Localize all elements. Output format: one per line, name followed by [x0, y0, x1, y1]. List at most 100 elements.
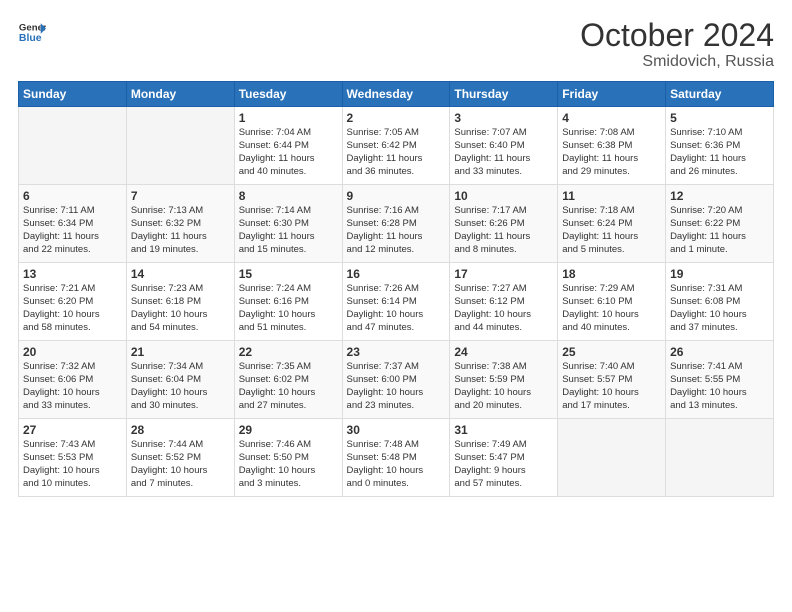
table-row: 12 Sunrise: 7:20 AM Sunset: 6:22 PM Dayl… — [666, 185, 774, 263]
sunset-text: Sunset: 6:30 PM — [239, 218, 338, 231]
sunrise-text: Sunrise: 7:24 AM — [239, 283, 338, 296]
daylight-text: Daylight: 11 hours — [131, 231, 230, 244]
table-row: 18 Sunrise: 7:29 AM Sunset: 6:10 PM Dayl… — [558, 263, 666, 341]
day-number: 20 — [23, 345, 122, 359]
sunrise-text: Sunrise: 7:32 AM — [23, 361, 122, 374]
daylight-minutes: and 27 minutes. — [239, 400, 338, 413]
sunrise-text: Sunrise: 7:31 AM — [670, 283, 769, 296]
day-number: 13 — [23, 267, 122, 281]
day-number: 22 — [239, 345, 338, 359]
col-thursday: Thursday — [450, 82, 558, 107]
sunrise-text: Sunrise: 7:37 AM — [347, 361, 446, 374]
daylight-text: Daylight: 11 hours — [562, 153, 661, 166]
daylight-text: Daylight: 9 hours — [454, 465, 553, 478]
daylight-text: Daylight: 11 hours — [562, 231, 661, 244]
day-number: 18 — [562, 267, 661, 281]
table-row: 25 Sunrise: 7:40 AM Sunset: 5:57 PM Dayl… — [558, 341, 666, 419]
daylight-minutes: and 1 minute. — [670, 244, 769, 257]
table-row: 11 Sunrise: 7:18 AM Sunset: 6:24 PM Dayl… — [558, 185, 666, 263]
daylight-text: Daylight: 10 hours — [239, 309, 338, 322]
table-row — [558, 419, 666, 497]
logo: General Blue — [18, 18, 46, 46]
sunset-text: Sunset: 6:00 PM — [347, 374, 446, 387]
sunrise-text: Sunrise: 7:21 AM — [23, 283, 122, 296]
sunset-text: Sunset: 6:22 PM — [670, 218, 769, 231]
sunset-text: Sunset: 6:02 PM — [239, 374, 338, 387]
sunset-text: Sunset: 6:38 PM — [562, 140, 661, 153]
table-row: 4 Sunrise: 7:08 AM Sunset: 6:38 PM Dayli… — [558, 107, 666, 185]
daylight-minutes: and 57 minutes. — [454, 478, 553, 491]
sunset-text: Sunset: 5:48 PM — [347, 452, 446, 465]
sunrise-text: Sunrise: 7:41 AM — [670, 361, 769, 374]
day-number: 24 — [454, 345, 553, 359]
daylight-text: Daylight: 10 hours — [23, 387, 122, 400]
table-row: 17 Sunrise: 7:27 AM Sunset: 6:12 PM Dayl… — [450, 263, 558, 341]
table-row: 5 Sunrise: 7:10 AM Sunset: 6:36 PM Dayli… — [666, 107, 774, 185]
sunrise-text: Sunrise: 7:27 AM — [454, 283, 553, 296]
daylight-minutes: and 33 minutes. — [454, 166, 553, 179]
day-number: 17 — [454, 267, 553, 281]
sunset-text: Sunset: 6:16 PM — [239, 296, 338, 309]
daylight-minutes: and 7 minutes. — [131, 478, 230, 491]
sunrise-text: Sunrise: 7:29 AM — [562, 283, 661, 296]
day-number: 10 — [454, 189, 553, 203]
location: Smidovich, Russia — [580, 53, 774, 71]
sunrise-text: Sunrise: 7:40 AM — [562, 361, 661, 374]
day-number: 25 — [562, 345, 661, 359]
sunset-text: Sunset: 5:57 PM — [562, 374, 661, 387]
table-row: 23 Sunrise: 7:37 AM Sunset: 6:00 PM Dayl… — [342, 341, 450, 419]
header-row: Sunday Monday Tuesday Wednesday Thursday… — [19, 82, 774, 107]
sunrise-text: Sunrise: 7:10 AM — [670, 127, 769, 140]
day-number: 12 — [670, 189, 769, 203]
daylight-text: Daylight: 10 hours — [670, 387, 769, 400]
daylight-text: Daylight: 10 hours — [23, 309, 122, 322]
sunset-text: Sunset: 5:59 PM — [454, 374, 553, 387]
day-number: 2 — [347, 111, 446, 125]
sunset-text: Sunset: 6:08 PM — [670, 296, 769, 309]
daylight-text: Daylight: 11 hours — [239, 231, 338, 244]
sunrise-text: Sunrise: 7:48 AM — [347, 439, 446, 452]
sunset-text: Sunset: 6:10 PM — [562, 296, 661, 309]
daylight-minutes: and 0 minutes. — [347, 478, 446, 491]
table-row: 27 Sunrise: 7:43 AM Sunset: 5:53 PM Dayl… — [19, 419, 127, 497]
sunrise-text: Sunrise: 7:17 AM — [454, 205, 553, 218]
col-wednesday: Wednesday — [342, 82, 450, 107]
table-row: 19 Sunrise: 7:31 AM Sunset: 6:08 PM Dayl… — [666, 263, 774, 341]
table-row: 22 Sunrise: 7:35 AM Sunset: 6:02 PM Dayl… — [234, 341, 342, 419]
daylight-minutes: and 10 minutes. — [23, 478, 122, 491]
table-row: 1 Sunrise: 7:04 AM Sunset: 6:44 PM Dayli… — [234, 107, 342, 185]
daylight-text: Daylight: 10 hours — [454, 309, 553, 322]
col-saturday: Saturday — [666, 82, 774, 107]
sunrise-text: Sunrise: 7:11 AM — [23, 205, 122, 218]
calendar-week-4: 20 Sunrise: 7:32 AM Sunset: 6:06 PM Dayl… — [19, 341, 774, 419]
day-number: 7 — [131, 189, 230, 203]
sunset-text: Sunset: 6:34 PM — [23, 218, 122, 231]
daylight-text: Daylight: 11 hours — [23, 231, 122, 244]
sunrise-text: Sunrise: 7:43 AM — [23, 439, 122, 452]
daylight-minutes: and 17 minutes. — [562, 400, 661, 413]
daylight-text: Daylight: 11 hours — [239, 153, 338, 166]
table-row: 16 Sunrise: 7:26 AM Sunset: 6:14 PM Dayl… — [342, 263, 450, 341]
daylight-minutes: and 54 minutes. — [131, 322, 230, 335]
col-monday: Monday — [126, 82, 234, 107]
daylight-minutes: and 47 minutes. — [347, 322, 446, 335]
sunrise-text: Sunrise: 7:04 AM — [239, 127, 338, 140]
daylight-minutes: and 37 minutes. — [670, 322, 769, 335]
day-number: 9 — [347, 189, 446, 203]
daylight-minutes: and 44 minutes. — [454, 322, 553, 335]
calendar-week-1: 1 Sunrise: 7:04 AM Sunset: 6:44 PM Dayli… — [19, 107, 774, 185]
table-row: 2 Sunrise: 7:05 AM Sunset: 6:42 PM Dayli… — [342, 107, 450, 185]
sunset-text: Sunset: 5:55 PM — [670, 374, 769, 387]
col-tuesday: Tuesday — [234, 82, 342, 107]
daylight-minutes: and 19 minutes. — [131, 244, 230, 257]
sunrise-text: Sunrise: 7:49 AM — [454, 439, 553, 452]
daylight-minutes: and 3 minutes. — [239, 478, 338, 491]
table-row: 29 Sunrise: 7:46 AM Sunset: 5:50 PM Dayl… — [234, 419, 342, 497]
sunrise-text: Sunrise: 7:23 AM — [131, 283, 230, 296]
table-row: 3 Sunrise: 7:07 AM Sunset: 6:40 PM Dayli… — [450, 107, 558, 185]
daylight-text: Daylight: 10 hours — [239, 387, 338, 400]
day-number: 11 — [562, 189, 661, 203]
day-number: 26 — [670, 345, 769, 359]
day-number: 28 — [131, 423, 230, 437]
daylight-text: Daylight: 11 hours — [347, 153, 446, 166]
